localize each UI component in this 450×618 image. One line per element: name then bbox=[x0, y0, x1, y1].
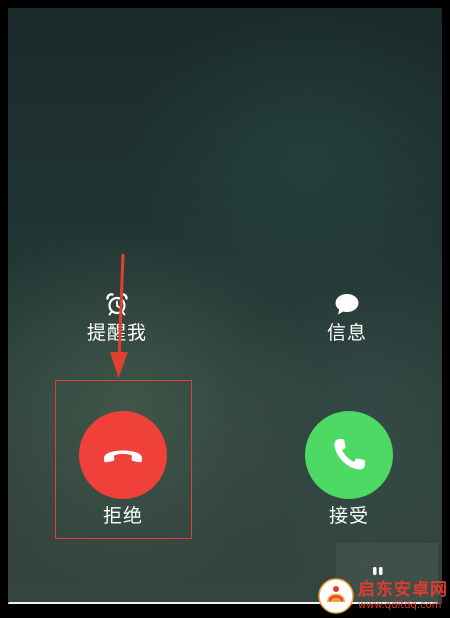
message-button[interactable]: 信息 bbox=[312, 292, 382, 344]
message-label: 信息 bbox=[326, 322, 367, 344]
accept-button[interactable]: 接受 bbox=[304, 411, 394, 527]
accept-circle[interactable] bbox=[305, 411, 393, 499]
phone-icon bbox=[334, 439, 365, 470]
watermark-url: www.qdltdq.com bbox=[358, 599, 442, 611]
watermark-logo-icon bbox=[318, 578, 354, 614]
decline-highlight-box bbox=[55, 380, 192, 539]
watermark-title: 启东安卓网 bbox=[358, 579, 448, 600]
sparkle-icon bbox=[373, 567, 383, 575]
accept-label: 接受 bbox=[328, 505, 369, 527]
watermark: 启东安卓网 www.qdltdq.com bbox=[318, 578, 448, 614]
annotation-arrow bbox=[110, 253, 128, 378]
screenshot-frame: 提醒我 信息 拒绝 接受 启东安卓网 www.qdltdq.com bbox=[0, 0, 450, 618]
chat-bubble-icon bbox=[335, 294, 359, 315]
